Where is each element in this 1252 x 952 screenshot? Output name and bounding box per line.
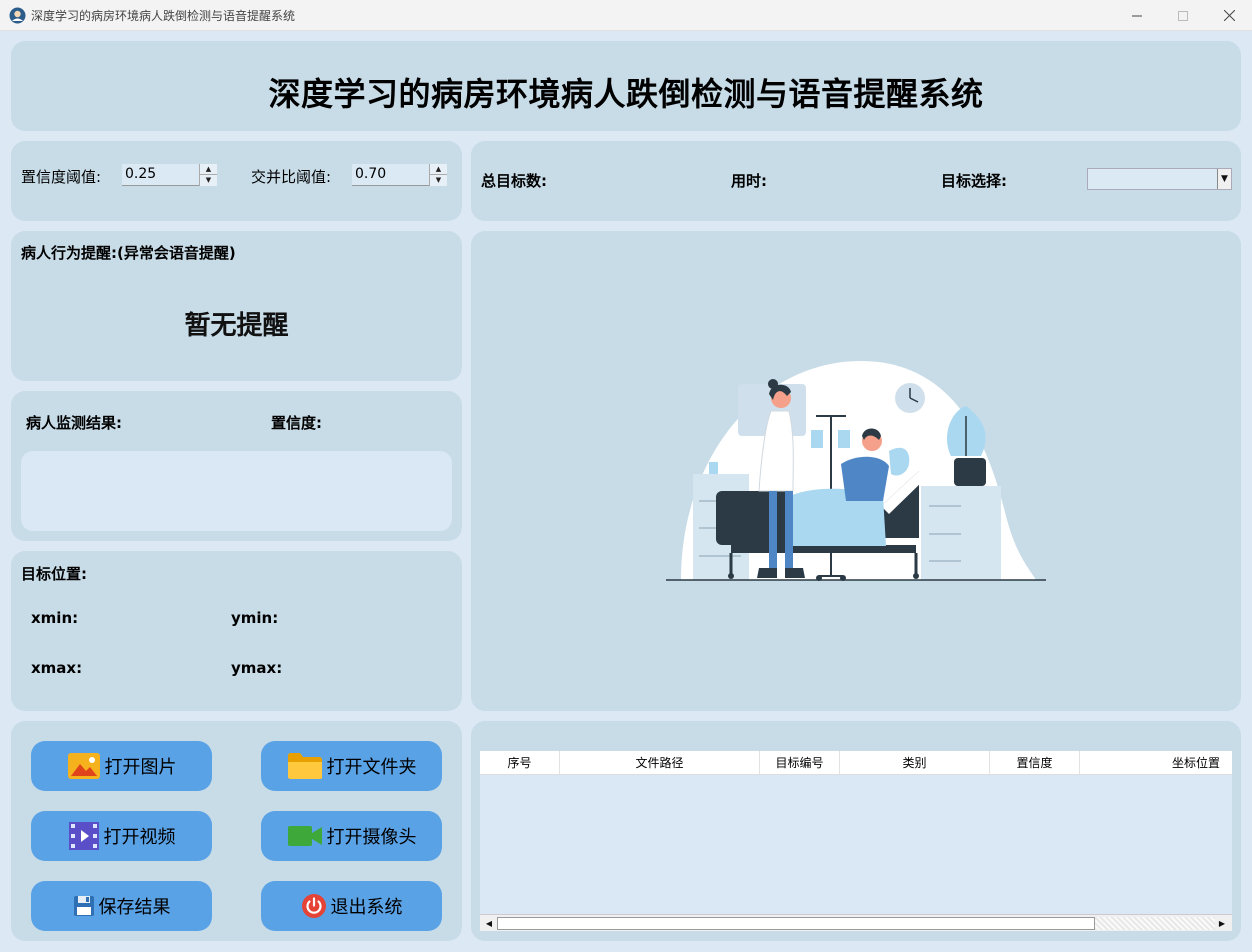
ymin-label: ymin: (231, 609, 279, 627)
maximize-button[interactable] (1160, 0, 1206, 31)
close-button[interactable] (1206, 0, 1252, 31)
conf-threshold-spinbox[interactable]: 0.25 ▲ ▼ (122, 164, 217, 186)
buttons-panel: 打开图片 打开文件夹 打开视频 打开摄像头 保存结果 退出系统 (11, 721, 462, 941)
header-panel: 深度学习的病房环境病人跌倒检测与语音提醒系统 (11, 41, 1241, 131)
video-icon (68, 822, 99, 850)
image-display-panel (471, 231, 1241, 711)
minimize-button[interactable] (1114, 0, 1160, 31)
monitor-result-label: 病人监测结果: (26, 414, 122, 432)
page-title: 深度学习的病房环境病人跌倒检测与语音提醒系统 (268, 75, 984, 113)
iou-threshold-label: 交并比阈值: (251, 168, 332, 186)
open-camera-button[interactable]: 打开摄像头 (261, 811, 442, 861)
camera-icon (287, 826, 322, 846)
scrollbar-thumb[interactable] (497, 917, 1095, 930)
hospital-illustration (666, 361, 1046, 581)
window-titlebar: 深度学习的病房环境病人跌倒检测与语音提醒系统 (0, 0, 1252, 31)
save-results-button[interactable]: 保存结果 (31, 881, 212, 931)
results-table[interactable]: 序号 文件路径 目标编号 类别 置信度 坐标位置 ◀ ▶ (480, 751, 1232, 931)
alert-panel: 病人行为提醒:(异常会语音提醒) 暂无提醒 (11, 231, 462, 381)
stats-panel: 总目标数: 用时: 目标选择: ▼ (471, 141, 1241, 221)
open-video-button[interactable]: 打开视频 (31, 811, 212, 861)
scroll-right-icon[interactable]: ▶ (1215, 917, 1229, 930)
column-header-file-path[interactable]: 文件路径 (560, 751, 760, 775)
close-icon (1223, 10, 1235, 21)
ymax-label: ymax: (231, 659, 283, 677)
conf-threshold-label: 置信度阈值: (21, 168, 102, 186)
open-folder-button[interactable]: 打开文件夹 (261, 741, 442, 791)
position-panel: 目标位置: xmin: ymin: xmax: ymax: (11, 551, 462, 711)
target-position-title: 目标位置: (21, 565, 87, 583)
maximize-icon (1178, 10, 1188, 21)
exit-system-button[interactable]: 退出系统 (261, 881, 442, 931)
iou-spin-up-icon[interactable]: ▲ (430, 164, 447, 175)
params-panel: 置信度阈值: 0.25 ▲ ▼ 交并比阈值: 0.70 ▲ ▼ (11, 141, 462, 221)
open-image-button[interactable]: 打开图片 (31, 741, 212, 791)
iou-spin-down-icon[interactable]: ▼ (430, 175, 447, 186)
open-image-label: 打开图片 (104, 757, 177, 778)
exit-system-label: 退出系统 (330, 897, 403, 918)
column-header-class[interactable]: 类别 (840, 751, 990, 775)
iou-threshold-value: 0.70 (355, 166, 387, 182)
save-results-label: 保存结果 (98, 897, 171, 918)
scrollbar-track[interactable] (1095, 917, 1215, 930)
alert-message: 暂无提醒 (184, 311, 289, 341)
dropdown-arrow-icon[interactable]: ▼ (1217, 169, 1231, 189)
iou-threshold-spinbox[interactable]: 0.70 ▲ ▼ (352, 164, 447, 186)
column-header-confidence[interactable]: 置信度 (990, 751, 1080, 775)
result-panel: 病人监测结果: 置信度: (11, 391, 462, 541)
xmax-label: xmax: (31, 659, 83, 677)
confidence-label: 置信度: (271, 414, 322, 432)
open-folder-label: 打开文件夹 (326, 757, 417, 778)
open-camera-label: 打开摄像头 (326, 827, 417, 848)
app-icon (9, 7, 26, 24)
column-header-target-id[interactable]: 目标编号 (760, 751, 840, 775)
open-video-label: 打开视频 (103, 827, 176, 848)
power-icon (301, 894, 326, 918)
conf-threshold-value: 0.25 (125, 166, 157, 182)
horizontal-scrollbar[interactable]: ◀ ▶ (480, 914, 1232, 931)
scroll-left-icon[interactable]: ◀ (482, 917, 496, 930)
minimize-icon (1132, 15, 1142, 16)
time-used-label: 用时: (731, 172, 767, 190)
column-header-index[interactable]: 序号 (480, 751, 560, 775)
target-select-combobox[interactable]: ▼ (1087, 168, 1232, 190)
alert-title: 病人行为提醒:(异常会语音提醒) (21, 244, 236, 262)
target-select-label: 目标选择: (941, 172, 1007, 190)
xmin-label: xmin: (31, 609, 79, 627)
total-targets-label: 总目标数: (481, 172, 547, 190)
conf-spin-up-icon[interactable]: ▲ (200, 164, 217, 175)
column-header-coordinates[interactable]: 坐标位置 (1080, 751, 1232, 775)
folder-icon (287, 753, 322, 779)
window-title: 深度学习的病房环境病人跌倒检测与语音提醒系统 (31, 9, 296, 23)
floppy-disk-icon (73, 896, 94, 916)
conf-spin-down-icon[interactable]: ▼ (200, 175, 217, 186)
result-display-box (21, 451, 452, 531)
table-header: 序号 文件路径 目标编号 类别 置信度 坐标位置 (480, 751, 1232, 775)
image-icon (67, 753, 100, 779)
